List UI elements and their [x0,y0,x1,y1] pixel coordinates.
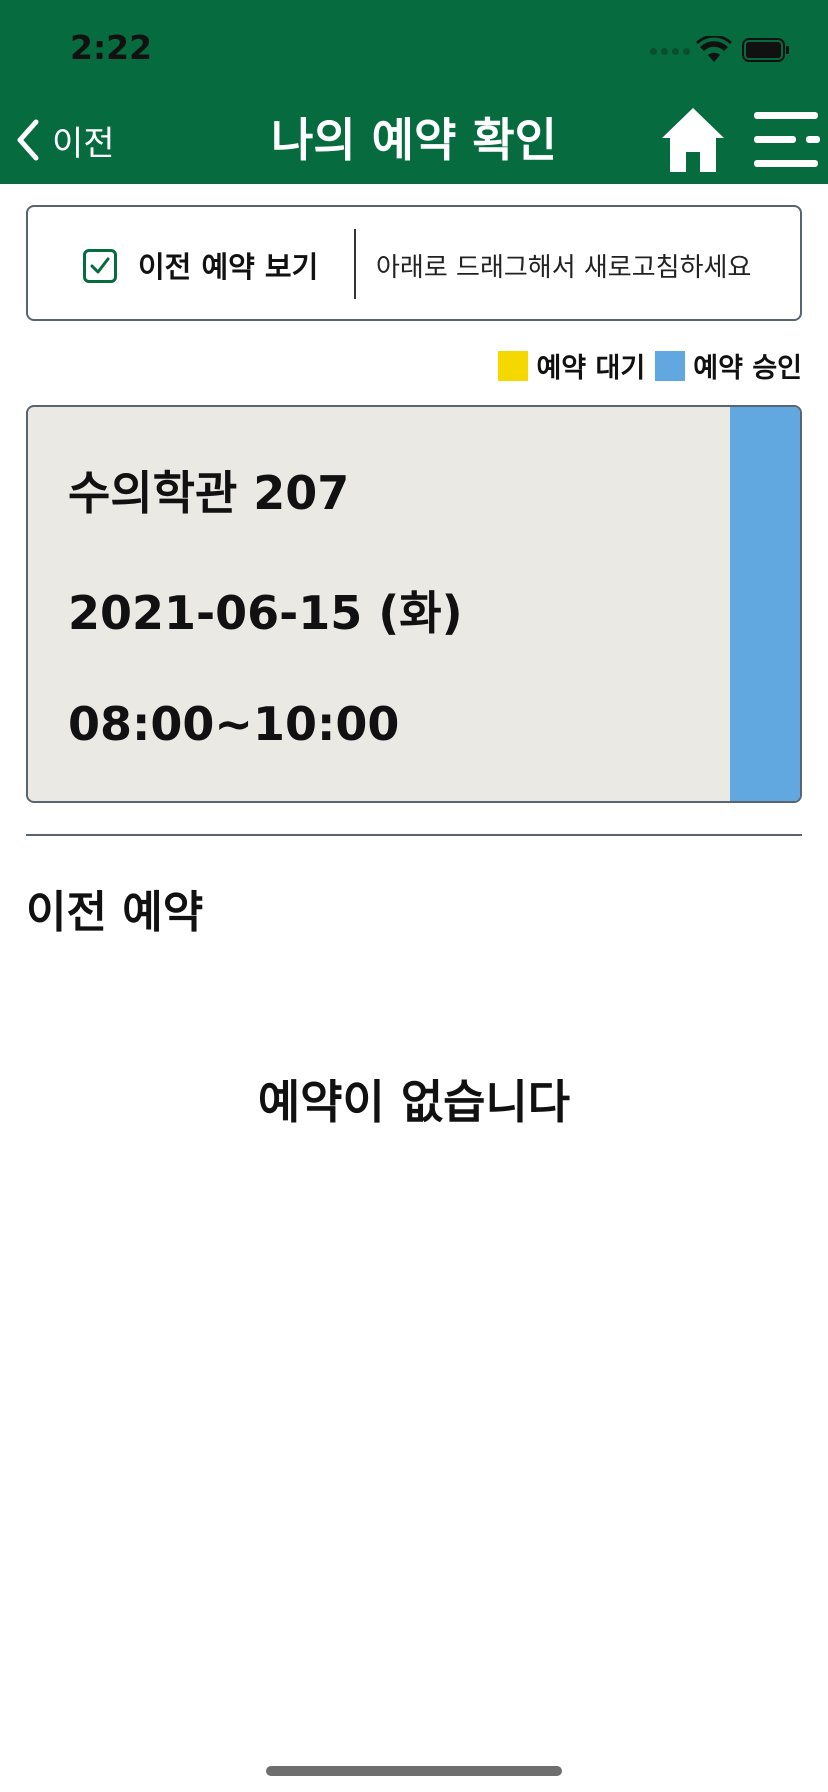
past-reservations-heading: 이전 예약 [26,887,204,938]
show-past-reservations-checkbox[interactable] [83,249,117,283]
hamburger-menu-icon[interactable] [752,108,822,172]
home-icon[interactable] [660,104,726,174]
empty-state-message: 예약이 없습니다 [257,1075,571,1129]
reservation-location: 수의학관 207 [68,466,350,520]
legend-label-approved: 예약 승인 [693,353,802,384]
show-past-reservations-label[interactable]: 이전 예약 보기 [138,244,318,286]
reservation-card[interactable]: 수의학관 207 2021-06-15 (화) 08:00~10:00 [26,405,802,803]
navigation-header: 2:22 이전 나의 예약 확인 [0,0,828,184]
pending-color-swatch [498,350,529,381]
section-divider [26,834,802,836]
home-indicator[interactable] [266,1766,562,1776]
reservation-filter-panel: 이전 예약 보기 아래로 드래그해서 새로고침하세요 [26,205,802,321]
status-bar-indicators [650,34,790,66]
legend-label-pending: 예약 대기 [536,353,646,384]
reservation-time: 08:00~10:00 [68,697,400,751]
wifi-icon [696,36,732,62]
reservation-status-indicator [730,407,800,801]
pull-to-refresh-hint: 아래로 드래그해서 새로고침하세요 [376,253,752,283]
checkmark-icon [90,257,110,274]
reservation-date: 2021-06-15 (화) [68,586,463,640]
approved-color-swatch [655,350,686,381]
status-bar-time: 2:22 [70,28,153,67]
status-legend: 예약 대기 예약 승인 [498,346,802,385]
battery-icon [742,38,789,62]
cellular-signal-icon [650,48,690,55]
vertical-divider [354,229,356,299]
